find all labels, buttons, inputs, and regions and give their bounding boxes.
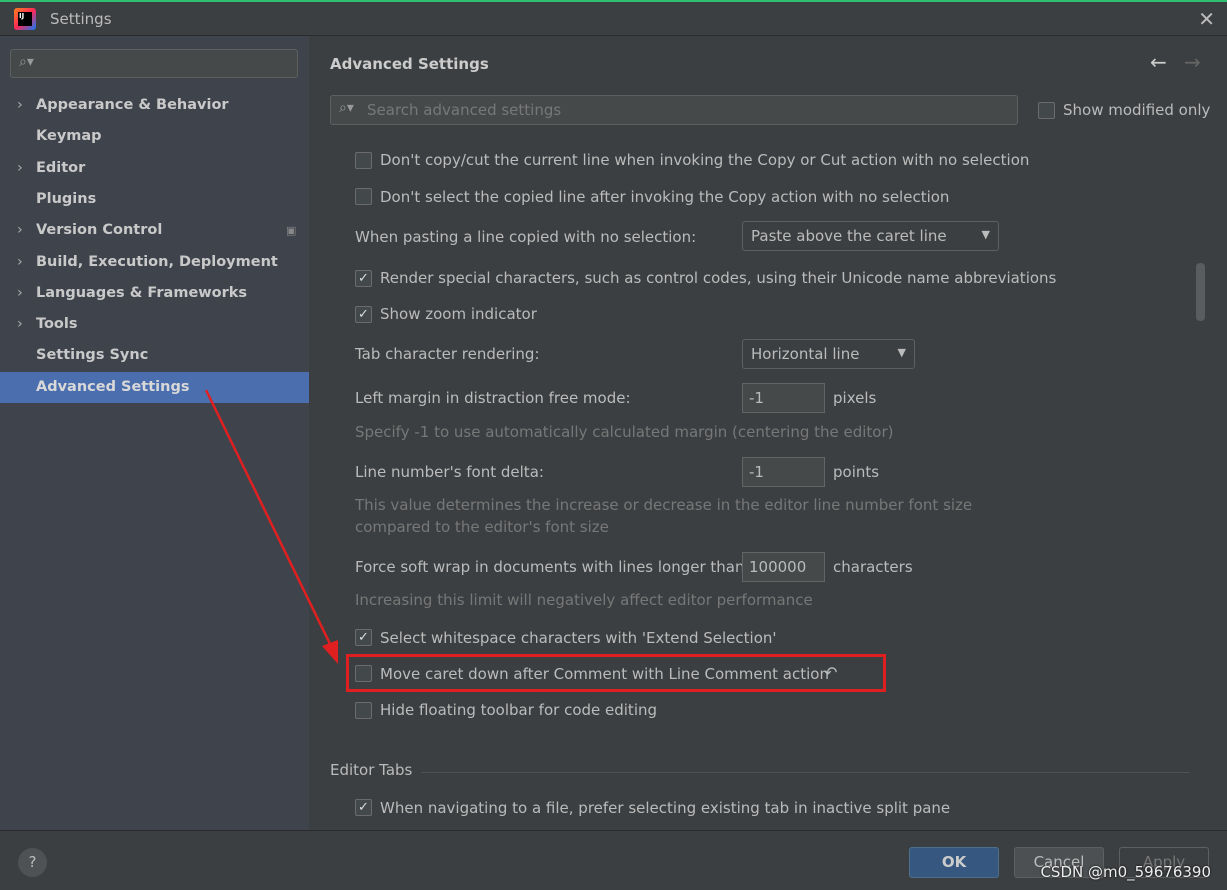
watermark: CSDN @m0_59676390 bbox=[1040, 863, 1211, 881]
ok-button[interactable]: OK bbox=[909, 847, 999, 878]
footer: ? OK Cancel Apply CSDN @m0_59676390 bbox=[0, 830, 1227, 890]
help-button[interactable]: ? bbox=[18, 848, 47, 877]
annotation-arrow bbox=[204, 389, 338, 664]
